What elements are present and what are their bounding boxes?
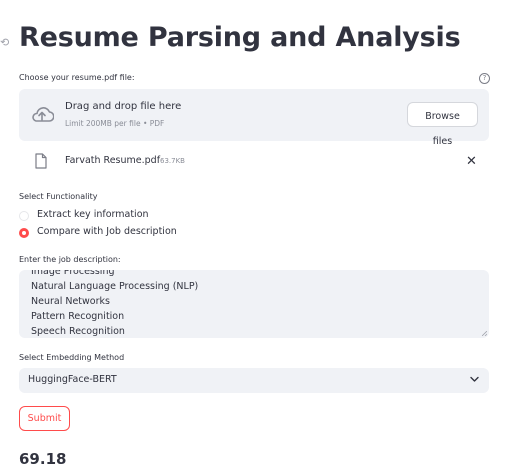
page-title: Resume Parsing and Analysis (19, 22, 461, 53)
file-icon (35, 153, 47, 169)
help-icon[interactable]: ? (479, 73, 490, 84)
radio-label: Extract key information (37, 209, 149, 220)
radio-button-unselected[interactable] (19, 211, 29, 221)
textarea-line: Image Processing (31, 270, 115, 277)
job-description-textarea[interactable]: Image Processing Natural Language Proces… (19, 270, 489, 338)
similarity-score: 69.18 (19, 450, 67, 468)
chevron-down-icon (470, 376, 479, 382)
file-name: Farvath Resume.pdf (65, 155, 161, 166)
embedding-label: Select Embedding Method (19, 353, 125, 362)
embedding-select[interactable]: HuggingFace-BERT (19, 368, 489, 393)
radio-button-selected[interactable] (19, 228, 29, 238)
textarea-line: Neural Networks (31, 296, 110, 307)
embedding-select-value: HuggingFace-BERT (28, 374, 117, 385)
submit-button[interactable]: Submit (19, 406, 70, 431)
file-dropzone[interactable]: Drag and drop file here Limit 200MB per … (19, 89, 489, 147)
link-anchor-icon[interactable]: ⟲ (0, 36, 9, 49)
cloud-upload-icon (32, 107, 54, 122)
uploaded-file-row: Farvath Resume.pdf 63.7KB ✕ (19, 151, 489, 173)
remove-file-icon[interactable]: ✕ (466, 155, 477, 168)
textarea-line: Natural Language Processing (NLP) (31, 281, 199, 292)
textarea-line: Speech Recognition (31, 326, 125, 337)
browse-files-button[interactable]: Browse files (407, 102, 478, 147)
job-description-label: Enter the job description: (19, 255, 121, 264)
uploader-label: Choose your resume.pdf file: (19, 73, 135, 82)
dropzone-title: Drag and drop file here (65, 101, 182, 112)
dropzone-subtitle: Limit 200MB per file • PDF (65, 119, 165, 128)
file-size: 63.7KB (160, 157, 185, 165)
radio-label: Compare with Job description (37, 226, 177, 237)
resize-handle-icon[interactable] (482, 331, 487, 336)
textarea-line: Pattern Recognition (31, 311, 125, 322)
functionality-label: Select Functionality (19, 192, 98, 201)
